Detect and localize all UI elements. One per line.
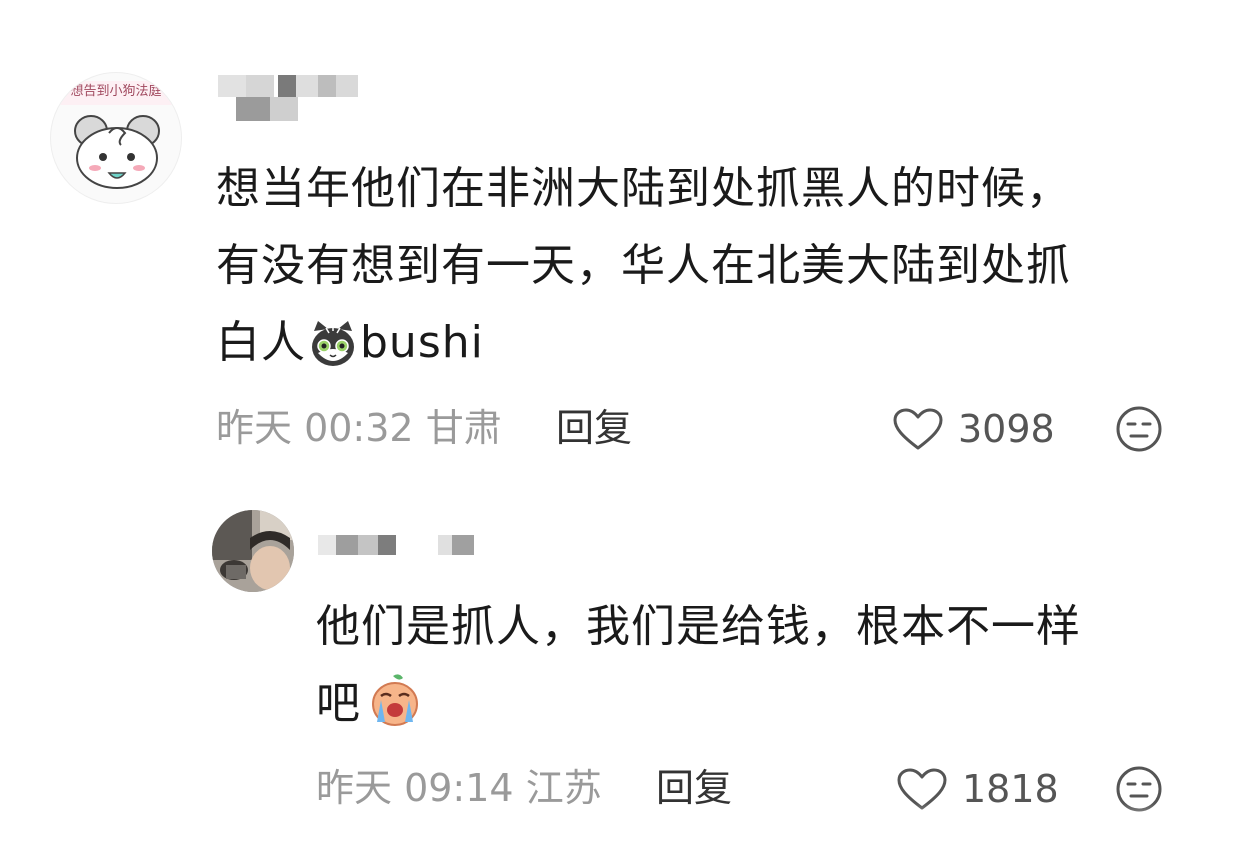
- avatar[interactable]: [212, 510, 294, 592]
- username-blurred[interactable]: [218, 75, 368, 125]
- comment-text: 想当年他们在非洲大陆到处抓黑人的时候， 有没有想到有一天，华人在北美大陆到处抓 …: [216, 150, 1206, 381]
- bottom-fade-overlay: [0, 803, 1239, 843]
- dislike-face-icon[interactable]: [1115, 405, 1163, 453]
- comment-time: 昨天 00:32: [216, 406, 414, 450]
- comment-text: 他们是抓人，我们是给钱，根本不一样 吧: [316, 588, 1196, 742]
- comment-line: 想当年他们在非洲大陆到处抓黑人的时候，: [216, 163, 1071, 214]
- comment-line-last: 吧: [316, 665, 1196, 742]
- comment-line: 他们是抓人，我们是给钱，根本不一样: [316, 601, 1081, 652]
- like-count: 3098: [958, 407, 1055, 451]
- comment-line-last: 白人 bushi: [216, 304, 1206, 381]
- username-blurred[interactable]: [318, 535, 488, 557]
- comment-line: 吧: [316, 678, 361, 729]
- heart-icon: [892, 408, 944, 452]
- avatar-caption: 想告到小狗法庭: [70, 84, 162, 99]
- comment-meta: 昨天 00:32 甘肃: [216, 405, 502, 451]
- avatar[interactable]: 想告到小狗法庭: [50, 72, 182, 204]
- comment-suffix: bushi: [360, 317, 484, 368]
- cat-emoji: [308, 316, 358, 366]
- like-button[interactable]: 3098: [892, 406, 1062, 452]
- comment-location: 甘肃: [425, 406, 502, 450]
- comment-line: 有没有想到有一天，华人在北美大陆到处抓: [216, 240, 1071, 291]
- reply-button[interactable]: 回复: [556, 405, 632, 451]
- crying-emoji: [367, 672, 423, 728]
- comment-line: 白人: [216, 317, 306, 368]
